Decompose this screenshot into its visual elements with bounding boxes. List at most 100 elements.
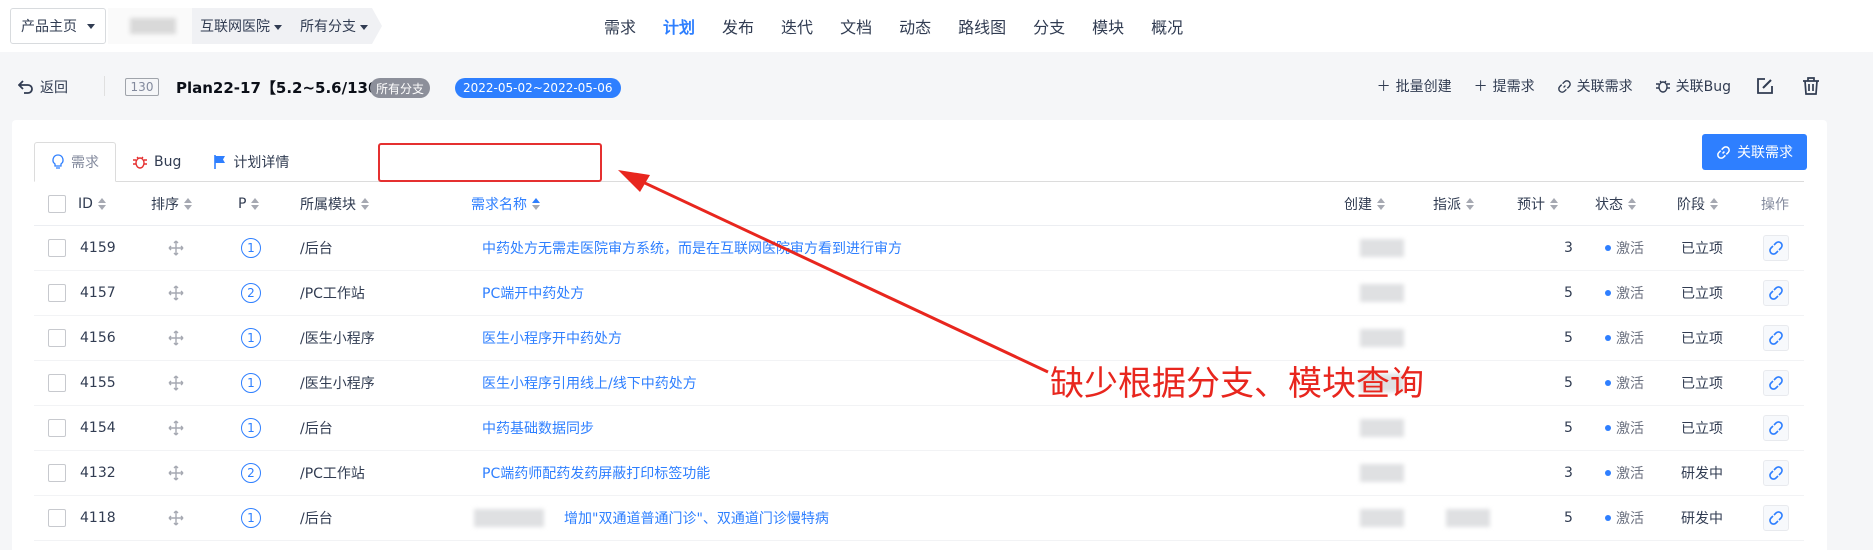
sort-icon (1628, 197, 1636, 210)
table-row[interactable]: 4157 2/PC工作站 PC端开中药处方 5 激活 已立项 (34, 271, 1804, 316)
row-stage: 已立项 (1681, 376, 1723, 392)
story-name-link[interactable]: PC端药师配药发药屏蔽打印标签功能 (482, 463, 710, 483)
table-row[interactable]: 4132 2/PC工作站 PC端药师配药发药屏蔽打印标签功能 3 激活 研发中 (34, 451, 1804, 496)
col-module[interactable]: 所属模块 (300, 194, 369, 214)
unlink-button[interactable] (1763, 280, 1789, 306)
col-id[interactable]: ID (78, 196, 106, 212)
plus-icon: ＋ (1473, 79, 1488, 95)
link-bug-button[interactable]: 关联Bug (1655, 76, 1731, 96)
col-assignee[interactable]: 指派 (1433, 194, 1474, 214)
row-checkbox[interactable] (48, 509, 66, 527)
menu-iteration[interactable]: 迭代 (781, 14, 813, 38)
select-all-checkbox[interactable] (48, 194, 66, 213)
row-checkbox[interactable] (48, 464, 66, 482)
drag-handle-icon[interactable] (168, 510, 184, 526)
menu-plan[interactable]: 计划 (663, 14, 695, 38)
bug-icon (1655, 80, 1670, 93)
col-story-name[interactable]: 需求名称 (471, 194, 540, 214)
story-name-link[interactable]: 中药基础数据同步 (482, 418, 594, 438)
link-story-button[interactable]: 关联需求 (1557, 76, 1633, 96)
row-checkbox[interactable] (48, 329, 66, 347)
row-module: /后台 (300, 421, 333, 437)
drag-handle-icon[interactable] (168, 285, 184, 301)
link-icon (1717, 145, 1730, 159)
col-status[interactable]: 状态 (1595, 194, 1636, 214)
delete-button[interactable] (1799, 74, 1823, 98)
priority-badge: 1 (241, 373, 261, 393)
table-row[interactable]: 4156 1/医生小程序 医生小程序开中药处方 5 激活 已立项 (34, 316, 1804, 361)
tab-story[interactable]: 需求 (34, 142, 116, 182)
crumb-branch[interactable]: 所有分支 (300, 16, 368, 36)
col-creator[interactable]: 创建 (1344, 194, 1385, 214)
product-home-dropdown[interactable]: 产品主页 (10, 8, 106, 44)
story-name-link[interactable]: 增加"双通道普通门诊"、双通道门诊慢特病 (564, 508, 829, 528)
menu-roadmap[interactable]: 路线图 (958, 14, 1006, 38)
drag-handle-icon[interactable] (168, 465, 184, 481)
table-row[interactable]: 4154 1/后台 中药基础数据同步 5 激活 已立项 (34, 406, 1804, 451)
row-id: 4132 (80, 465, 116, 481)
row-id: 4157 (80, 285, 116, 301)
back-button[interactable]: 返回 (18, 77, 68, 97)
drag-handle-icon[interactable] (168, 240, 184, 256)
tab-bug[interactable]: Bug (116, 142, 197, 182)
row-estimate: 3 (1564, 240, 1573, 256)
story-name-link[interactable]: PC端开中药处方 (482, 283, 584, 303)
row-checkbox[interactable] (48, 239, 66, 257)
menu-story[interactable]: 需求 (604, 14, 636, 38)
tab-bar: 需求 Bug 计划详情 (34, 142, 305, 182)
row-id: 4154 (80, 420, 116, 436)
chevron-down-icon (274, 25, 282, 30)
status-badge: 激活 (1605, 463, 1644, 483)
story-name-link[interactable]: 医生小程序开中药处方 (482, 328, 622, 348)
col-actions: 操作 (1761, 196, 1789, 213)
blurred-text (474, 509, 544, 527)
status-dot (1605, 335, 1611, 341)
row-id: 4156 (80, 330, 116, 346)
row-module: /后台 (300, 511, 333, 527)
col-order[interactable]: 排序 (151, 194, 192, 214)
unlink-button[interactable] (1763, 415, 1789, 441)
drag-handle-icon[interactable] (168, 375, 184, 391)
story-name-link[interactable]: 医生小程序引用线上/线下中药处方 (482, 373, 697, 393)
batch-create-button[interactable]: ＋批量创建 (1377, 76, 1452, 96)
drag-handle-icon[interactable] (168, 330, 184, 346)
menu-dynamic[interactable]: 动态 (899, 14, 931, 38)
story-name-link[interactable]: 中药处方无需走医院审方系统，而是在互联网医院审方看到进行审方 (482, 238, 902, 258)
unlink-button[interactable] (1763, 370, 1789, 396)
menu-module[interactable]: 模块 (1092, 14, 1124, 38)
unlink-button[interactable] (1763, 460, 1789, 486)
sort-icon (184, 197, 192, 210)
link-story-primary-button[interactable]: 关联需求 (1702, 134, 1807, 170)
unlink-icon (1769, 376, 1783, 390)
menu-overview[interactable]: 概况 (1151, 14, 1183, 38)
table-row[interactable]: 4155 1/医生小程序 医生小程序引用线上/线下中药处方 5 激活 已立项 (34, 361, 1804, 406)
table-row[interactable]: 4118 1/后台 增加"双通道普通门诊"、双通道门诊慢特病 5 激活 研发中 (34, 496, 1804, 541)
edit-button[interactable] (1753, 74, 1777, 98)
col-estimate[interactable]: 预计 (1517, 194, 1558, 214)
row-checkbox[interactable] (48, 374, 66, 392)
sort-icon (97, 197, 106, 210)
menu-doc[interactable]: 文档 (840, 14, 872, 38)
unlink-button[interactable] (1763, 325, 1789, 351)
table-row[interactable]: 4159 1/后台 中药处方无需走医院审方系统，而是在互联网医院审方看到进行审方 3 激… (34, 226, 1804, 271)
drag-handle-icon[interactable] (168, 420, 184, 436)
row-checkbox[interactable] (48, 419, 66, 437)
annotation-text: 缺少根据分支、模块查询 (1050, 364, 1424, 404)
status-dot (1605, 470, 1611, 476)
unlink-button[interactable] (1763, 235, 1789, 261)
menu-branch[interactable]: 分支 (1033, 14, 1065, 38)
menu-release[interactable]: 发布 (722, 14, 754, 38)
chevron-down-icon (360, 25, 368, 30)
plus-icon: ＋ (1376, 79, 1391, 95)
row-checkbox[interactable] (48, 284, 66, 302)
col-stage[interactable]: 阶段 (1677, 194, 1718, 214)
col-priority[interactable]: P (238, 196, 260, 212)
crumb-product[interactable]: 互联网医院 (200, 16, 282, 36)
sort-icon (1710, 197, 1718, 210)
unlink-button[interactable] (1763, 505, 1789, 531)
create-story-button[interactable]: ＋提需求 (1474, 76, 1535, 96)
sort-icon (1550, 197, 1558, 210)
row-module: /PC工作站 (300, 286, 365, 302)
tab-plan-detail[interactable]: 计划详情 (197, 142, 305, 182)
priority-badge: 1 (241, 418, 261, 438)
